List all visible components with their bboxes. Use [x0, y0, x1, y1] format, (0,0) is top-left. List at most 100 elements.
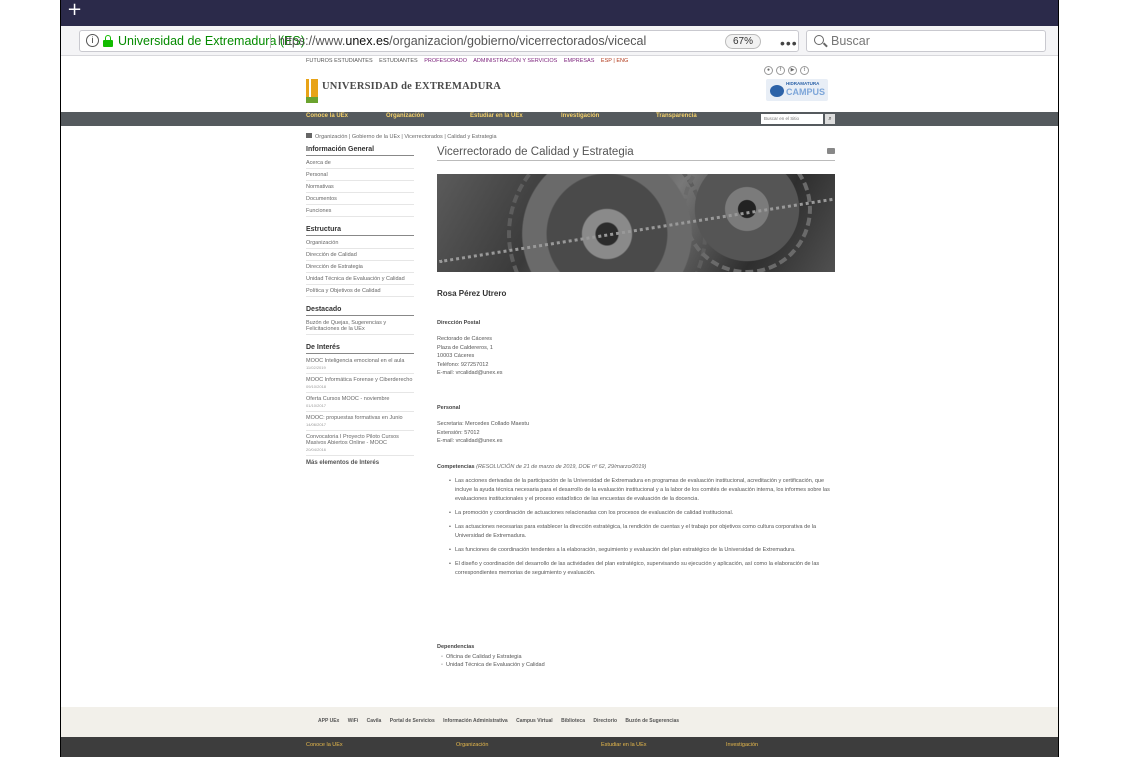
sidebar-interes: De Interés MOOC Inteligencia emocional e…: [306, 344, 414, 466]
personal-info: Secretaria: Mercedes Collado Maestu Exte…: [437, 420, 529, 446]
breadcrumb-text[interactable]: Organización | Gobierno de la UEx | Vice…: [315, 134, 497, 140]
dependencia-link[interactable]: Oficina de Calidad y Estrategia: [441, 653, 545, 661]
rss-icon[interactable]: ●: [764, 66, 773, 75]
social-icons: ● f ▶ t: [761, 58, 809, 76]
news-item[interactable]: MOOC Inteligencia emocional en el aula 11…: [306, 355, 414, 374]
audience-links: FUTUROS ESTUDIANTES ESTUDIANTES PROFESOR…: [306, 58, 633, 64]
postal-line: Rectorado de Cáceres: [437, 336, 493, 342]
news-item[interactable]: MOOC: propuestas formativas en Junio 14/0…: [306, 412, 414, 431]
footer-link[interactable]: Cavila: [367, 718, 382, 724]
list-item: Las acciones derivadas de la participaci…: [449, 477, 835, 504]
lock-icon[interactable]: [103, 35, 113, 47]
news-item[interactable]: MOOC Informática Forense y Ciberderecho 0…: [306, 374, 414, 393]
sidebar-item[interactable]: Política y Objetivos de Calidad: [306, 285, 414, 297]
footer-nav-item[interactable]: Investigación: [726, 742, 758, 748]
news-title[interactable]: MOOC Informática Forense y Ciberderecho: [306, 377, 414, 383]
search-placeholder: Buscar: [831, 34, 870, 48]
sidebar-item[interactable]: Unidad Técnica de Evaluación y Calidad: [306, 273, 414, 285]
personal-email-link[interactable]: E-mail: vrcalidad@unex.es: [437, 437, 529, 446]
link-profesorado[interactable]: PROFESORADO: [424, 58, 467, 64]
search-input[interactable]: Buscar: [806, 30, 1046, 52]
sidebar-estructura: Estructura Organización Dirección de Cal…: [306, 226, 414, 297]
nav-organizacion[interactable]: Organización: [386, 113, 424, 119]
logo-mark-base: [306, 97, 318, 103]
link-admin[interactable]: ADMINISTRACIÓN Y SERVICIOS: [473, 58, 557, 64]
link-empresas[interactable]: EMPRESAS: [564, 58, 595, 64]
info-icon[interactable]: i: [86, 34, 99, 47]
web-page: FUTUROS ESTUDIANTES ESTUDIANTES PROFESOR…: [61, 57, 1058, 757]
home-icon[interactable]: [306, 133, 312, 138]
right-border: [1058, 0, 1059, 757]
footer-link[interactable]: Biblioteca: [561, 718, 585, 724]
print-icon[interactable]: [827, 148, 835, 154]
postal-line: Plaza de Caldereros, 1: [437, 344, 493, 351]
list-item: Las actuaciones necesarias para establec…: [449, 523, 835, 541]
screenshot-frame: + i Universidad de Extremadura (ES) http…: [0, 0, 1132, 757]
site-identity[interactable]: Universidad de Extremadura (ES): [118, 31, 305, 51]
footer-link[interactable]: Directorio: [593, 718, 617, 724]
footer-link[interactable]: Portal de Servicios: [390, 718, 435, 724]
footer-link[interactable]: Buzón de Sugerencias: [625, 718, 679, 724]
sidebar-item[interactable]: Dirección de Estrategia: [306, 261, 414, 273]
link-futuros[interactable]: FUTUROS ESTUDIANTES: [306, 58, 373, 64]
personal-line: Secretaria: Mercedes Collado Maestu: [437, 421, 530, 427]
person-name: Rosa Pérez Utrero: [437, 289, 507, 298]
news-item[interactable]: Convocatoria I Proyecto Piloto Cursos Ma…: [306, 431, 414, 456]
url-text[interactable]: https://www.unex.es/organizacion/gobiern…: [278, 31, 646, 51]
site-search-button[interactable]: ⌕: [825, 114, 835, 124]
postal-email-link[interactable]: E-mail: vrcalidad@unex.es: [437, 369, 503, 378]
footer-nav-item[interactable]: Conoce la UEx: [306, 742, 343, 748]
sidebar-item[interactable]: Personal: [306, 169, 414, 181]
footer-link[interactable]: APP UEx: [318, 718, 339, 724]
sidebar-item[interactable]: Funciones: [306, 205, 414, 217]
sidebar-item[interactable]: Buzón de Quejas, Sugerencias y Felicitac…: [306, 317, 414, 335]
dependencia-link[interactable]: Unidad Técnica de Evaluación y Calidad: [441, 661, 545, 669]
zoom-indicator[interactable]: 67%: [725, 34, 762, 49]
twitter-icon[interactable]: t: [800, 66, 809, 75]
news-date: 20/04/2016: [306, 447, 327, 452]
sidebar-item[interactable]: Documentos: [306, 193, 414, 205]
university-name: UNIVERSIDAD de EXTREMADURA: [322, 81, 502, 92]
news-title[interactable]: MOOC Inteligencia emocional en el aula: [306, 358, 414, 364]
sidebar-item[interactable]: Dirección de Calidad: [306, 249, 414, 261]
browser-tab-bar: +: [61, 0, 1058, 26]
more-interest-link[interactable]: Más elementos de Interés: [306, 460, 414, 466]
nav-transparencia[interactable]: Transparencia: [656, 113, 697, 119]
sidebar-heading: De Interés: [306, 344, 414, 354]
language-switch[interactable]: ESP | ENG: [601, 58, 628, 64]
footer-nav-item[interactable]: Organización: [456, 742, 488, 748]
footer-link[interactable]: Información Administrativa: [443, 718, 508, 724]
url-path: /organizacion/gobierno/vicerrectorados/v…: [389, 34, 647, 48]
footer-link[interactable]: Campus Virtual: [516, 718, 553, 724]
url-prefix: https://www.: [278, 34, 346, 48]
site-search-input[interactable]: Buscar en el Sitio: [761, 114, 823, 124]
news-title[interactable]: Convocatoria I Proyecto Piloto Cursos Ma…: [306, 434, 414, 446]
news-date: 14/06/2017: [306, 422, 327, 427]
footer-link[interactable]: WiFi: [348, 718, 359, 724]
postal-line: Teléfono: 927257012: [437, 361, 489, 368]
youtube-icon[interactable]: ▶: [788, 66, 797, 75]
page-title: Vicerrectorado de Calidad y Estrategia: [437, 146, 835, 161]
footer-nav-item[interactable]: Estudiar en la UEx: [601, 742, 647, 748]
link-estudiantes[interactable]: ESTUDIANTES: [379, 58, 418, 64]
sidebar-item[interactable]: Normativas: [306, 181, 414, 193]
new-tab-button[interactable]: +: [67, 0, 82, 20]
more-actions-icon[interactable]: •••: [780, 33, 798, 53]
sidebar-item[interactable]: Acerca de: [306, 157, 414, 169]
campus-badge[interactable]: HIDRAMATURA CAMPUS: [766, 79, 828, 101]
nav-conoce[interactable]: Conoce la UEx: [306, 113, 348, 119]
news-item[interactable]: Oferta Cursos MOOC - noviembre 01/10/2017: [306, 393, 414, 412]
campus-badge-top: HIDRAMATURA: [786, 81, 820, 86]
list-item: La promoción y coordinación de actuacion…: [449, 509, 835, 518]
sidebar-item[interactable]: Organización: [306, 237, 414, 249]
hero-image: [437, 174, 835, 272]
url-bar[interactable]: i Universidad de Extremadura (ES) https:…: [79, 30, 839, 53]
search-icon: [814, 35, 824, 45]
logo-mark: [306, 79, 318, 97]
personal-line: Extensión: 57012: [437, 429, 480, 436]
news-title[interactable]: MOOC: propuestas formativas en Junio: [306, 415, 414, 421]
facebook-icon[interactable]: f: [776, 66, 785, 75]
footer-quicklinks: APP UEx WiFi Cavila Portal de Servicios …: [61, 707, 1058, 737]
nav-estudiar[interactable]: Estudiar en la UEx: [470, 113, 523, 119]
nav-investigacion[interactable]: Investigación: [561, 113, 599, 119]
